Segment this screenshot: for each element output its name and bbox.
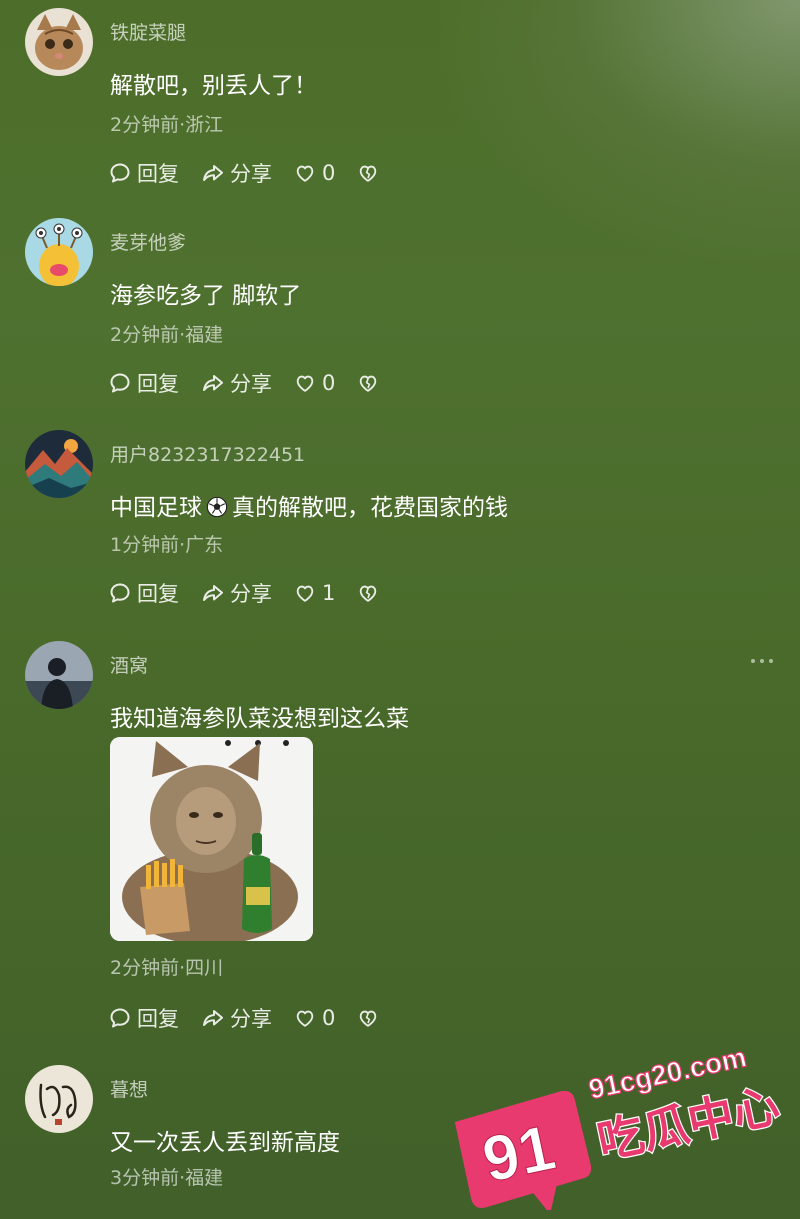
heart-icon <box>296 1010 314 1027</box>
reply-button[interactable]: 回复 <box>108 1003 179 1033</box>
like-count: 0 <box>322 371 336 395</box>
like-button[interactable]: 0 <box>294 161 335 185</box>
broken-heart-icon <box>360 1010 377 1027</box>
reply-button[interactable]: 回复 <box>108 158 179 188</box>
comment-meta: 3分钟前·福建 <box>110 1167 224 1189</box>
like-button[interactable]: 0 <box>294 371 335 395</box>
reply-button[interactable]: 回复 <box>108 368 179 398</box>
cat-avatar-icon <box>25 8 93 76</box>
reply-label: 回复 <box>137 1007 179 1031</box>
username[interactable]: 用户8232317322451 <box>110 440 305 467</box>
share-button[interactable]: 分享 <box>201 578 272 608</box>
avatar[interactable] <box>25 218 93 286</box>
username[interactable]: 暮想 <box>110 1075 148 1102</box>
heart-icon <box>296 375 314 392</box>
cat-sticker-icon <box>110 737 313 941</box>
username[interactable]: 麦芽他爹 <box>110 228 186 255</box>
watermark-number: 91 <box>476 1111 561 1196</box>
broken-heart-icon <box>360 585 377 602</box>
share-label: 分享 <box>230 372 272 396</box>
silhouette-avatar-icon <box>25 641 93 709</box>
watermark-logo: 91 91cg20.com 吃瓜中心 <box>448 1030 788 1215</box>
comment-text-part: 中国足球 <box>110 495 202 521</box>
share-icon <box>203 1010 223 1026</box>
landscape-avatar-icon <box>25 430 93 498</box>
comment-meta: 2分钟前·浙江 <box>110 114 224 136</box>
like-count: 0 <box>322 1006 336 1030</box>
cartoon-avatar-icon <box>25 218 93 286</box>
heart-icon <box>296 165 314 182</box>
more-options-icon[interactable] <box>748 653 778 667</box>
username[interactable]: 酒窝 <box>110 651 148 678</box>
dislike-button[interactable] <box>357 1007 384 1029</box>
share-icon <box>203 165 223 181</box>
dislike-button[interactable] <box>357 582 384 604</box>
dislike-button[interactable] <box>357 162 384 184</box>
comment-text: 又一次丢人丢到新高度 <box>110 1130 340 1156</box>
top-right-glow <box>440 0 800 260</box>
share-icon <box>203 375 223 391</box>
calligraphy-avatar-icon <box>25 1065 93 1133</box>
reply-label: 回复 <box>137 372 179 396</box>
like-button[interactable]: 0 <box>294 1006 335 1030</box>
share-label: 分享 <box>230 162 272 186</box>
reply-button[interactable]: 回复 <box>108 578 179 608</box>
comment-meta: 2分钟前·福建 <box>110 324 224 346</box>
action-bar: 回复 分享 0 <box>108 158 406 188</box>
comment-meta: 1分钟前·广东 <box>110 534 224 556</box>
reply-label: 回复 <box>137 582 179 606</box>
share-button[interactable]: 分享 <box>201 368 272 398</box>
reply-icon <box>110 373 130 393</box>
share-label: 分享 <box>230 582 272 606</box>
action-bar: 回复 分享 1 <box>108 578 406 608</box>
share-label: 分享 <box>230 1007 272 1031</box>
reply-label: 回复 <box>137 162 179 186</box>
avatar[interactable] <box>25 641 93 709</box>
avatar[interactable] <box>25 1065 93 1133</box>
share-button[interactable]: 分享 <box>201 1003 272 1033</box>
soccer-ball-icon <box>206 496 228 518</box>
heart-icon <box>296 585 314 602</box>
action-bar: 回复 分享 0 <box>108 368 406 398</box>
like-count: 0 <box>322 161 336 185</box>
share-icon <box>203 585 223 601</box>
reply-icon <box>110 583 130 603</box>
broken-heart-icon <box>360 375 377 392</box>
comment-text: 解散吧，别丢人了！ <box>110 73 317 99</box>
comment-text: 中国足球 真的解散吧，花费国家的钱 <box>110 488 508 522</box>
like-button[interactable]: 1 <box>294 581 335 605</box>
comment-text: 我知道海参队菜没想到这么菜 <box>110 706 409 732</box>
like-count: 1 <box>322 581 336 605</box>
broken-heart-icon <box>360 165 377 182</box>
sticker-image[interactable] <box>110 737 313 941</box>
reply-icon <box>110 163 130 183</box>
avatar[interactable] <box>25 8 93 76</box>
username[interactable]: 铁腚菜腿 <box>110 18 186 45</box>
dislike-button[interactable] <box>357 372 384 394</box>
avatar[interactable] <box>25 430 93 498</box>
reply-icon <box>110 1008 130 1028</box>
comment-text-part: 真的解散吧，花费国家的钱 <box>232 495 508 521</box>
action-bar: 回复 分享 0 <box>108 1003 406 1033</box>
comment-meta: 2分钟前·四川 <box>110 957 224 979</box>
comment-text: 海参吃多了 脚软了 <box>110 283 302 309</box>
share-button[interactable]: 分享 <box>201 158 272 188</box>
